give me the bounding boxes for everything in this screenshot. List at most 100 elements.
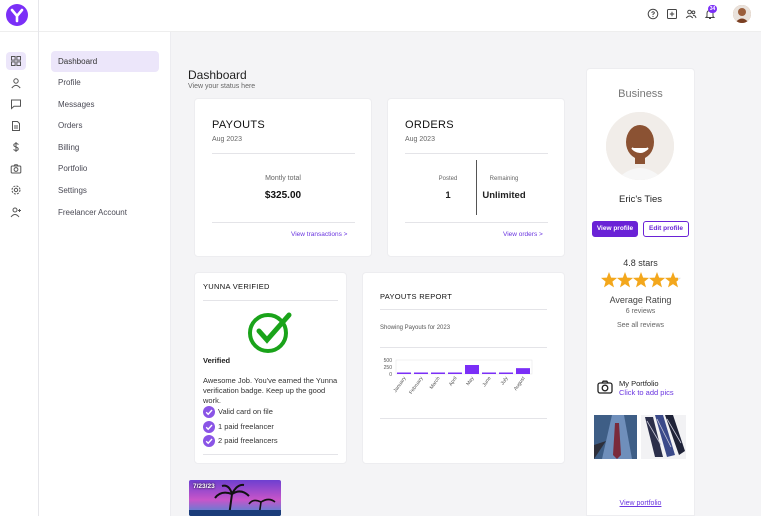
sidebar-item-orders[interactable]: Orders	[51, 115, 159, 136]
rail-dashboard-icon[interactable]	[6, 52, 26, 70]
orders-period: Aug 2023	[405, 136, 435, 143]
star-icon	[648, 272, 666, 288]
rail-settings-icon[interactable]	[6, 181, 26, 199]
y-tick-label: 500	[384, 358, 393, 364]
profile-photo[interactable]	[606, 112, 674, 180]
rail-messages-icon[interactable]	[6, 95, 26, 113]
x-tick-label: February	[408, 375, 425, 395]
bar-february[interactable]	[414, 372, 428, 375]
orders-remaining-label: Remaining	[489, 176, 519, 182]
verified-check-icon	[247, 311, 293, 355]
bar-june[interactable]	[482, 372, 496, 375]
help-icon[interactable]	[647, 8, 659, 20]
rail-portfolio-icon[interactable]	[6, 160, 26, 178]
sidebar-item-dashboard[interactable]: Dashboard	[51, 51, 159, 72]
sidebar-item-messages[interactable]: Messages	[51, 94, 159, 115]
orders-remaining-value: Unlimited	[482, 190, 526, 201]
divider	[380, 418, 547, 419]
orders-posted-value: 1	[445, 190, 451, 201]
star-icon	[632, 272, 650, 288]
view-transactions-link[interactable]: View transactions >	[291, 231, 347, 238]
check-icon	[203, 421, 215, 433]
verified-item: 1 paid freelancer	[203, 421, 274, 433]
orders-title: ORDERS	[405, 119, 454, 131]
report-caption: Showing Payouts for 2023	[380, 325, 451, 331]
orders-vertical-divider	[476, 160, 477, 215]
star-icon	[600, 272, 618, 288]
bar-july[interactable]	[499, 372, 513, 375]
bar-april[interactable]	[448, 372, 462, 375]
profile-name: Eric's Ties	[619, 194, 662, 205]
divider	[405, 153, 548, 154]
payouts-period: Aug 2023	[212, 136, 242, 143]
divider	[212, 153, 355, 154]
divider	[380, 309, 547, 310]
view-orders-link[interactable]: View orders >	[503, 231, 543, 238]
star-rating	[600, 271, 682, 289]
sidebar: Dashboard Profile Messages Orders Billin…	[39, 32, 171, 516]
verified-item-label: Valid card on file	[218, 407, 273, 416]
rail-add-user-icon[interactable]	[6, 203, 26, 221]
rail-profile-icon[interactable]	[6, 74, 26, 92]
people-icon[interactable]	[685, 8, 697, 20]
page-title: Dashboard	[188, 68, 247, 82]
divider	[405, 222, 548, 223]
divider	[212, 222, 355, 223]
edit-profile-button[interactable]: Edit profile	[643, 221, 689, 237]
divider	[203, 454, 338, 455]
payouts-title: PAYOUTS	[212, 119, 266, 131]
check-icon	[203, 406, 215, 418]
x-tick-label: January	[393, 375, 408, 393]
bar-august[interactable]	[516, 368, 530, 374]
bar-march[interactable]	[431, 372, 445, 375]
icon-rail	[0, 32, 38, 516]
y-tick-label: 250	[384, 365, 393, 371]
yunna-logo[interactable]	[6, 4, 28, 26]
verified-item: Valid card on file	[203, 406, 273, 418]
sidebar-item-freelancer-account[interactable]: Freelancer Account	[51, 202, 159, 223]
divider	[380, 347, 547, 348]
verified-item-label: 2 paid freelancers	[218, 436, 278, 445]
bar-may[interactable]	[465, 365, 479, 374]
verified-status: Verified	[203, 356, 231, 365]
divider	[203, 300, 338, 301]
payouts-total-label: Montly total	[265, 175, 301, 182]
add-box-icon[interactable]	[666, 8, 678, 20]
verified-item: 2 paid freelancers	[203, 435, 278, 447]
photo-thumbnail[interactable]: 7/23/23	[189, 480, 281, 516]
check-icon	[203, 435, 215, 447]
rail-billing-icon[interactable]	[6, 138, 26, 156]
report-title: PAYOUTS REPORT	[380, 292, 453, 301]
x-tick-label: July	[500, 375, 510, 386]
sidebar-item-billing[interactable]: Billing	[51, 137, 159, 158]
see-all-reviews-link[interactable]: See all reviews	[586, 322, 695, 329]
notification-badge: 34	[708, 5, 717, 13]
page-subtitle: View your status here	[188, 83, 256, 90]
top-bar: 34	[0, 0, 761, 32]
portfolio-title: My Portfolio	[619, 379, 659, 388]
x-tick-label: June	[482, 376, 493, 389]
add-pics-link[interactable]: Click to add pics	[619, 388, 674, 397]
verified-message: Awesome Job. You've earned the Yunna ver…	[203, 376, 338, 405]
plot-area	[395, 359, 533, 375]
x-tick-label: April	[448, 376, 459, 388]
orders-posted-label: Posted	[438, 176, 458, 182]
sidebar-item-settings[interactable]: Settings	[51, 180, 159, 201]
x-tick-label: May	[465, 375, 476, 387]
x-tick-label: August	[513, 375, 527, 392]
user-avatar[interactable]	[733, 5, 751, 23]
reviews-count: 6 reviews	[625, 308, 656, 315]
rail-orders-icon[interactable]	[6, 117, 26, 135]
portfolio-image-1[interactable]	[594, 415, 637, 459]
bar-january[interactable]	[397, 372, 411, 375]
sidebar-item-portfolio[interactable]: Portfolio	[51, 158, 159, 179]
camera-icon[interactable]	[597, 380, 613, 396]
portfolio-image-2[interactable]	[641, 415, 686, 459]
sidebar-item-profile[interactable]: Profile	[51, 72, 159, 93]
thumbnail-date: 7/23/23	[193, 483, 215, 490]
star-icon	[664, 272, 682, 288]
view-portfolio-link[interactable]: View portfolio	[586, 500, 695, 507]
y-tick-label: 0	[389, 372, 392, 378]
verified-title: YUNNA VERIFIED	[203, 282, 270, 291]
view-profile-button[interactable]: View profile	[592, 221, 638, 237]
